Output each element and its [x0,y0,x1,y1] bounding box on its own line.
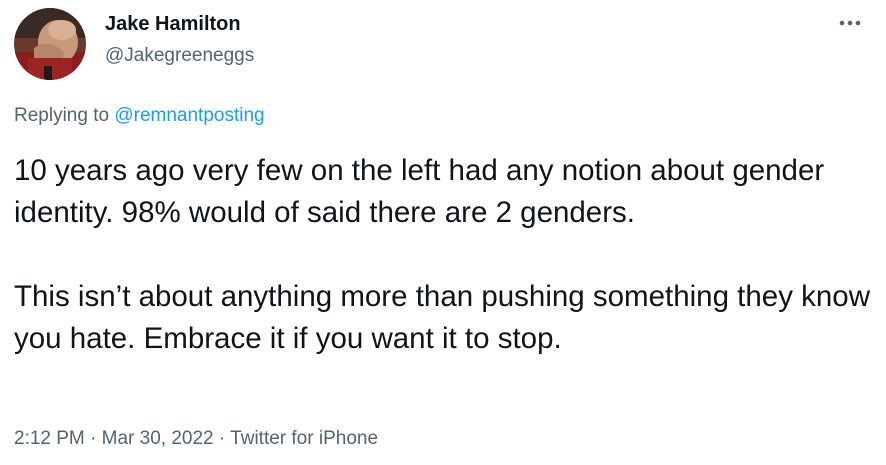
meta-separator: · [213,428,231,449]
tweet-text: 10 years ago very few on the left had an… [14,150,874,360]
avatar[interactable] [14,8,86,80]
replying-to: Replying to @remnantposting [14,105,265,127]
reply-mention-link[interactable]: @remnantposting [114,105,264,126]
replying-prefix: Replying to [14,105,115,126]
more-horizontal-icon [839,20,861,26]
meta-separator: · [84,428,102,449]
tweet-source[interactable]: Twitter for iPhone [230,428,378,449]
more-options-button[interactable] [830,8,870,38]
avatar-image [14,8,86,80]
tweet-time[interactable]: 2:12 PM [14,428,85,449]
display-name[interactable]: Jake Hamilton [105,13,241,36]
user-handle[interactable]: @Jakegreeneggs [105,45,254,67]
tweet-date[interactable]: Mar 30, 2022 [102,428,214,449]
tweet-paragraph-1: 10 years ago very few on the left had an… [14,154,825,229]
tweet-paragraph-2: This isn’t about anything more than push… [14,280,871,355]
tweet: Jake Hamilton @Jakegreeneggs Replying to… [0,0,886,465]
tweet-metadata: 2:12 PM · Mar 30, 2022 · Twitter for iPh… [14,428,378,450]
